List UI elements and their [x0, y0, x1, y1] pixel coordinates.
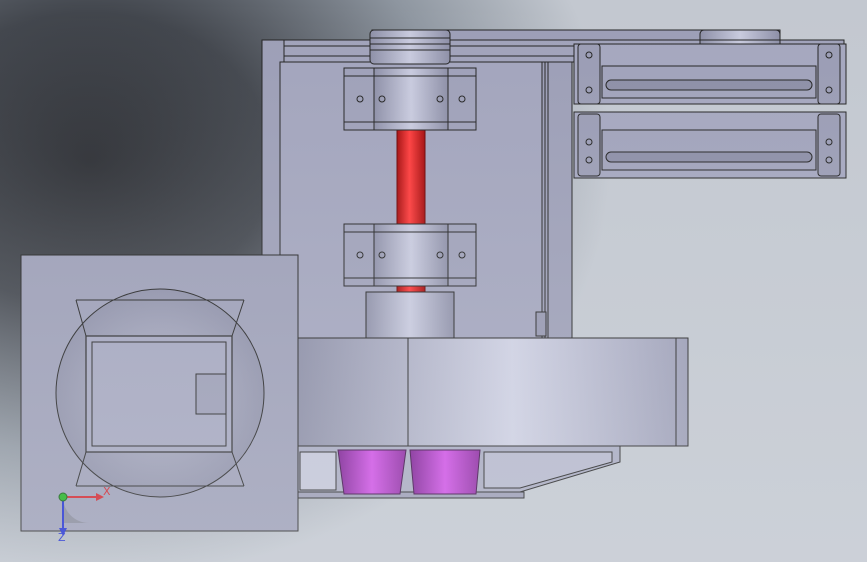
- inset-bottom-view[interactable]: [20, 254, 299, 532]
- triad-x-label: X: [103, 485, 111, 498]
- fan-drum[interactable]: [297, 337, 689, 447]
- triad-z-label: Z: [58, 531, 66, 544]
- drive-pulley[interactable]: [369, 29, 451, 65]
- cad-model-view[interactable]: X Z: [0, 0, 867, 562]
- lower-bearing-block[interactable]: [343, 223, 477, 287]
- upper-slotted-bracket[interactable]: [573, 43, 847, 105]
- impeller-hub[interactable]: [365, 291, 455, 341]
- lower-slotted-bracket[interactable]: [573, 111, 847, 179]
- cad-viewport[interactable]: X Z: [0, 0, 867, 562]
- upper-bearing-block[interactable]: [343, 67, 477, 131]
